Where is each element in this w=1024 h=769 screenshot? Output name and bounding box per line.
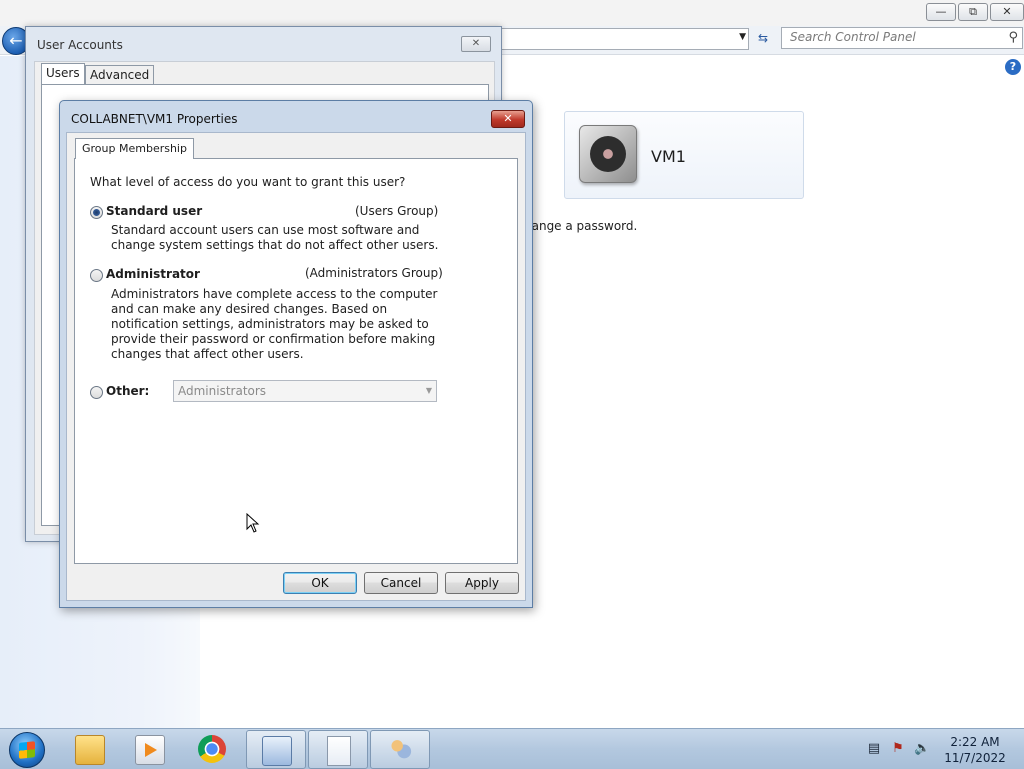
close-button[interactable]: ✕: [990, 3, 1024, 21]
control-panel-icon: [262, 736, 292, 766]
user-name: VM1: [651, 147, 686, 166]
administrator-label[interactable]: Administrator: [106, 267, 200, 281]
chevron-down-icon[interactable]: ▼: [739, 32, 746, 42]
user-accounts-icon: [386, 736, 414, 764]
refresh-icon: ⇆: [757, 31, 769, 45]
standard-user-description: Standard account users can use most soft…: [111, 223, 439, 252]
change-password-text: hange a password.: [524, 219, 638, 233]
administrator-description: Administrators have complete access to t…: [111, 287, 438, 361]
taskbar-explorer[interactable]: [60, 730, 118, 767]
taskbar-chrome[interactable]: [183, 730, 241, 767]
start-button[interactable]: [9, 732, 45, 768]
action-center-icon[interactable]: ⚑: [890, 741, 906, 757]
volume-icon[interactable]: 🔈: [914, 741, 930, 757]
tab-advanced[interactable]: Advanced: [85, 65, 155, 84]
system-clock[interactable]: 2:22 AM 11/7/2022: [940, 734, 1010, 766]
dialog-title: COLLABNET\VM1 Properties: [71, 112, 238, 126]
chevron-down-icon: ▼: [425, 386, 432, 395]
clock-date: 11/7/2022: [944, 751, 1006, 765]
administrator-radio[interactable]: [90, 269, 103, 282]
tab-group-membership[interactable]: Group Membership: [75, 138, 194, 159]
administrators-group-label: (Administrators Group): [305, 266, 443, 280]
ok-button[interactable]: OK: [283, 572, 357, 594]
users-group-label: (Users Group): [355, 204, 439, 218]
search-placeholder: Search Control Panel: [790, 30, 916, 44]
other-label[interactable]: Other:: [106, 384, 149, 398]
other-group-value: Administrators: [178, 384, 267, 398]
network-icon[interactable]: ▤: [866, 741, 882, 757]
apply-button[interactable]: Apply: [445, 572, 519, 594]
help-icon[interactable]: ?: [1005, 59, 1021, 75]
access-question: What level of access do you want to gran…: [90, 175, 406, 189]
chrome-icon: [198, 735, 226, 763]
other-group-select[interactable]: Administrators ▼: [173, 380, 437, 402]
media-player-icon: [135, 735, 165, 765]
restore-button[interactable]: ⧉: [958, 3, 988, 21]
mouse-cursor-icon: [246, 513, 260, 533]
document-icon: [327, 736, 351, 766]
cancel-button[interactable]: Cancel: [364, 572, 438, 594]
tab-users[interactable]: Users: [41, 63, 85, 84]
dialog-body: Group Membership What level of access do…: [66, 132, 526, 601]
taskbar-control-panel[interactable]: [246, 730, 306, 769]
taskbar-document[interactable]: [308, 730, 368, 769]
user-picture[interactable]: [579, 125, 637, 183]
group-membership-panel: What level of access do you want to gran…: [74, 158, 518, 564]
clock-time: 2:22 AM: [950, 735, 1000, 749]
back-arrow-icon: ←: [9, 31, 23, 50]
search-icon[interactable]: ⚲: [1008, 30, 1018, 45]
other-radio[interactable]: [90, 386, 103, 399]
address-field[interactable]: ▼: [500, 28, 749, 50]
user-tile[interactable]: VM1: [564, 111, 804, 199]
standard-user-radio[interactable]: [90, 206, 103, 219]
control-panel-titlebar: — ⧉ ✕: [0, 0, 1024, 26]
user-accounts-close-button[interactable]: ✕: [461, 36, 491, 52]
properties-dialog: COLLABNET\VM1 Properties ✕ Group Members…: [59, 100, 533, 608]
taskbar-user-accounts[interactable]: [370, 730, 430, 769]
close-icon: ✕: [503, 112, 513, 125]
dialog-close-button[interactable]: ✕: [491, 110, 525, 128]
standard-user-label[interactable]: Standard user: [106, 204, 202, 218]
minimize-button[interactable]: —: [926, 3, 956, 21]
close-icon: ✕: [471, 38, 481, 49]
refresh-button[interactable]: ⇆: [752, 28, 774, 48]
folder-icon: [75, 735, 105, 765]
search-input[interactable]: Search Control Panel ⚲: [781, 27, 1023, 49]
taskbar-media-player[interactable]: [120, 730, 178, 767]
user-accounts-title: User Accounts: [37, 38, 123, 52]
taskbar: ▤ ⚑ 🔈 2:22 AM 11/7/2022: [0, 728, 1024, 769]
